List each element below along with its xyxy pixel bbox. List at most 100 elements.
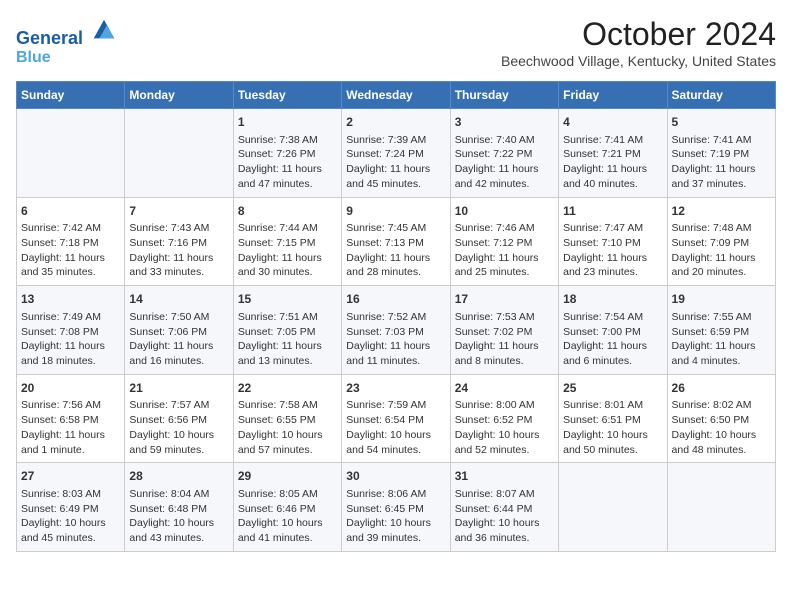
calendar-cell: 7Sunrise: 7:43 AM Sunset: 7:16 PM Daylig… — [125, 197, 233, 286]
day-number: 19 — [672, 291, 771, 308]
day-info: Sunrise: 7:55 AM Sunset: 6:59 PM Dayligh… — [672, 310, 771, 369]
day-info: Sunrise: 8:05 AM Sunset: 6:46 PM Dayligh… — [238, 487, 337, 546]
day-number: 20 — [21, 380, 120, 397]
calendar-week-2: 6Sunrise: 7:42 AM Sunset: 7:18 PM Daylig… — [17, 197, 776, 286]
calendar-cell: 8Sunrise: 7:44 AM Sunset: 7:15 PM Daylig… — [233, 197, 341, 286]
calendar-cell: 9Sunrise: 7:45 AM Sunset: 7:13 PM Daylig… — [342, 197, 450, 286]
location-subtitle: Beechwood Village, Kentucky, United Stat… — [501, 53, 776, 69]
logo-subtext: Blue — [16, 49, 118, 67]
day-number: 2 — [346, 114, 445, 131]
day-info: Sunrise: 7:41 AM Sunset: 7:21 PM Dayligh… — [563, 133, 662, 192]
calendar-cell: 15Sunrise: 7:51 AM Sunset: 7:05 PM Dayli… — [233, 286, 341, 375]
calendar-cell: 10Sunrise: 7:46 AM Sunset: 7:12 PM Dayli… — [450, 197, 558, 286]
day-number: 29 — [238, 468, 337, 485]
day-info: Sunrise: 7:46 AM Sunset: 7:12 PM Dayligh… — [455, 221, 554, 280]
day-number: 25 — [563, 380, 662, 397]
calendar-cell: 19 Sunrise: 7:55 AM Sunset: 6:59 PM Dayli… — [667, 286, 775, 375]
calendar-cell: 24Sunrise: 8:00 AM Sunset: 6:52 PM Dayli… — [450, 374, 558, 463]
calendar-cell: 17 Sunrise: 7:53 AM Sunset: 7:02 PM Dayli… — [450, 286, 558, 375]
calendar-cell: 6Sunrise: 7:42 AM Sunset: 7:18 PM Daylig… — [17, 197, 125, 286]
calendar-cell: 25Sunrise: 8:01 AM Sunset: 6:51 PM Dayli… — [559, 374, 667, 463]
day-info: Sunrise: 7:43 AM Sunset: 7:16 PM Dayligh… — [129, 221, 228, 280]
calendar-cell: 2 Sunrise: 7:39 AM Sunset: 7:24 PM Daylig… — [342, 109, 450, 198]
day-info: Sunrise: 8:00 AM Sunset: 6:52 PM Dayligh… — [455, 398, 554, 457]
day-number: 4 — [563, 114, 662, 131]
day-info: Sunrise: 7:57 AM Sunset: 6:56 PM Dayligh… — [129, 398, 228, 457]
calendar-cell: 23Sunrise: 7:59 AM Sunset: 6:54 PM Dayli… — [342, 374, 450, 463]
weekday-header-thursday: Thursday — [450, 82, 558, 109]
calendar-cell: 27 Sunrise: 8:03 AM Sunset: 6:49 PM Dayli… — [17, 463, 125, 552]
calendar-cell: 18 Sunrise: 7:54 AM Sunset: 7:00 PM Dayli… — [559, 286, 667, 375]
day-number: 18 — [563, 291, 662, 308]
day-info: Sunrise: 8:07 AM Sunset: 6:44 PM Dayligh… — [455, 487, 554, 546]
calendar-cell — [559, 463, 667, 552]
calendar-cell: 4 Sunrise: 7:41 AM Sunset: 7:21 PM Daylig… — [559, 109, 667, 198]
day-number: 11 — [563, 203, 662, 220]
calendar-cell: 30Sunrise: 8:06 AM Sunset: 6:45 PM Dayli… — [342, 463, 450, 552]
calendar-cell: 31 Sunrise: 8:07 AM Sunset: 6:44 PM Dayli… — [450, 463, 558, 552]
calendar-week-1: 1 Sunrise: 7:38 AM Sunset: 7:26 PM Daylig… — [17, 109, 776, 198]
day-number: 26 — [672, 380, 771, 397]
calendar-cell: 14 Sunrise: 7:50 AM Sunset: 7:06 PM Dayli… — [125, 286, 233, 375]
weekday-header-row: SundayMondayTuesdayWednesdayThursdayFrid… — [17, 82, 776, 109]
header: General Blue October 2024 Beechwood Vill… — [16, 16, 776, 69]
day-number: 5 — [672, 114, 771, 131]
day-number: 23 — [346, 380, 445, 397]
weekday-header-wednesday: Wednesday — [342, 82, 450, 109]
day-info: Sunrise: 7:44 AM Sunset: 7:15 PM Dayligh… — [238, 221, 337, 280]
day-number: 17 — [455, 291, 554, 308]
day-info: Sunrise: 8:01 AM Sunset: 6:51 PM Dayligh… — [563, 398, 662, 457]
day-number: 16 — [346, 291, 445, 308]
day-number: 13 — [21, 291, 120, 308]
day-number: 30 — [346, 468, 445, 485]
logo-text: General — [16, 16, 118, 49]
day-info: Sunrise: 7:50 AM Sunset: 7:06 PM Dayligh… — [129, 310, 228, 369]
day-number: 24 — [455, 380, 554, 397]
calendar-table: SundayMondayTuesdayWednesdayThursdayFrid… — [16, 81, 776, 552]
day-info: Sunrise: 7:38 AM Sunset: 7:26 PM Dayligh… — [238, 133, 337, 192]
weekday-header-sunday: Sunday — [17, 82, 125, 109]
day-number: 3 — [455, 114, 554, 131]
day-info: Sunrise: 7:48 AM Sunset: 7:09 PM Dayligh… — [672, 221, 771, 280]
day-info: Sunrise: 7:40 AM Sunset: 7:22 PM Dayligh… — [455, 133, 554, 192]
day-info: Sunrise: 8:02 AM Sunset: 6:50 PM Dayligh… — [672, 398, 771, 457]
title-block: October 2024 Beechwood Village, Kentucky… — [501, 16, 776, 69]
day-number: 10 — [455, 203, 554, 220]
calendar-cell: 16Sunrise: 7:52 AM Sunset: 7:03 PM Dayli… — [342, 286, 450, 375]
weekday-header-tuesday: Tuesday — [233, 82, 341, 109]
day-number: 8 — [238, 203, 337, 220]
day-info: Sunrise: 8:03 AM Sunset: 6:49 PM Dayligh… — [21, 487, 120, 546]
day-info: Sunrise: 7:53 AM Sunset: 7:02 PM Dayligh… — [455, 310, 554, 369]
day-number: 27 — [21, 468, 120, 485]
day-number: 6 — [21, 203, 120, 220]
day-info: Sunrise: 7:41 AM Sunset: 7:19 PM Dayligh… — [672, 133, 771, 192]
day-number: 14 — [129, 291, 228, 308]
calendar-week-4: 20Sunrise: 7:56 AM Sunset: 6:58 PM Dayli… — [17, 374, 776, 463]
day-number: 1 — [238, 114, 337, 131]
day-number: 21 — [129, 380, 228, 397]
day-info: Sunrise: 7:39 AM Sunset: 7:24 PM Dayligh… — [346, 133, 445, 192]
calendar-week-5: 27 Sunrise: 8:03 AM Sunset: 6:49 PM Dayli… — [17, 463, 776, 552]
weekday-header-friday: Friday — [559, 82, 667, 109]
weekday-header-saturday: Saturday — [667, 82, 775, 109]
calendar-cell: 3 Sunrise: 7:40 AM Sunset: 7:22 PM Daylig… — [450, 109, 558, 198]
logo-icon — [90, 16, 118, 44]
calendar-cell — [125, 109, 233, 198]
day-info: Sunrise: 7:47 AM Sunset: 7:10 PM Dayligh… — [563, 221, 662, 280]
calendar-cell: 12Sunrise: 7:48 AM Sunset: 7:09 PM Dayli… — [667, 197, 775, 286]
calendar-cell — [667, 463, 775, 552]
day-info: Sunrise: 7:45 AM Sunset: 7:13 PM Dayligh… — [346, 221, 445, 280]
day-info: Sunrise: 7:58 AM Sunset: 6:55 PM Dayligh… — [238, 398, 337, 457]
day-info: Sunrise: 7:54 AM Sunset: 7:00 PM Dayligh… — [563, 310, 662, 369]
calendar-cell — [17, 109, 125, 198]
day-number: 7 — [129, 203, 228, 220]
day-number: 31 — [455, 468, 554, 485]
day-number: 22 — [238, 380, 337, 397]
calendar-cell: 28Sunrise: 8:04 AM Sunset: 6:48 PM Dayli… — [125, 463, 233, 552]
day-number: 28 — [129, 468, 228, 485]
month-title: October 2024 — [501, 16, 776, 53]
day-info: Sunrise: 7:49 AM Sunset: 7:08 PM Dayligh… — [21, 310, 120, 369]
calendar-cell: 11Sunrise: 7:47 AM Sunset: 7:10 PM Dayli… — [559, 197, 667, 286]
calendar-cell: 5 Sunrise: 7:41 AM Sunset: 7:19 PM Daylig… — [667, 109, 775, 198]
calendar-cell: 20Sunrise: 7:56 AM Sunset: 6:58 PM Dayli… — [17, 374, 125, 463]
